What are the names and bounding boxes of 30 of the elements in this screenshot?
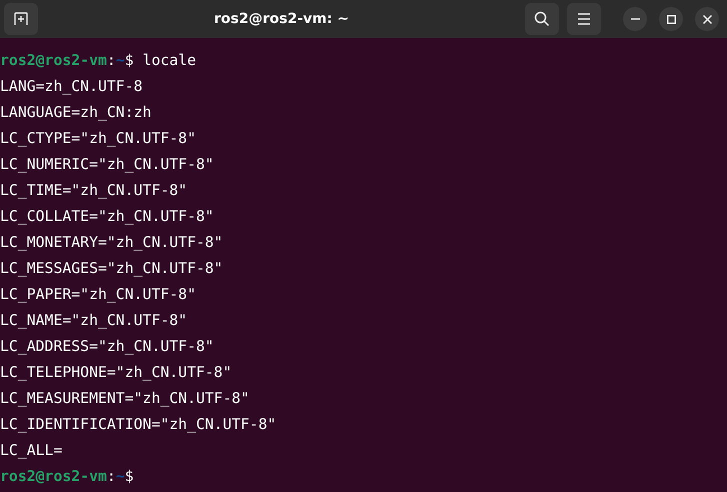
output-line: LC_NAME="zh_CN.UTF-8" [0, 311, 188, 331]
window-title: ros2@ros2-vm: ~ [213, 11, 350, 27]
output-line: LC_MEASUREMENT="zh_CN.UTF-8" [0, 389, 250, 409]
output-line: LANGUAGE=zh_CN:zh [0, 103, 152, 123]
menu-icon [577, 13, 591, 25]
minimize-button[interactable] [623, 7, 647, 31]
minimize-icon [630, 18, 640, 20]
output-line: LC_IDENTIFICATION="zh_CN.UTF-8" [0, 415, 276, 435]
maximize-button[interactable] [659, 7, 683, 31]
search-button[interactable] [525, 3, 559, 35]
output-line: LC_CTYPE="zh_CN.UTF-8" [0, 129, 196, 149]
new-tab-icon [13, 11, 29, 27]
new-tab-button[interactable] [4, 3, 38, 35]
output-line: LC_COLLATE="zh_CN.UTF-8" [0, 207, 214, 227]
output-line: LC_PAPER="zh_CN.UTF-8" [0, 285, 196, 305]
output-line: LC_ALL= [0, 441, 62, 461]
output-line: LANG=zh_CN.UTF-8 [0, 77, 143, 97]
close-icon [702, 14, 712, 24]
output-line: LC_TIME="zh_CN.UTF-8" [0, 181, 188, 201]
menu-button[interactable] [567, 3, 601, 35]
search-icon [534, 11, 550, 27]
prompt-line: ros2@ros2-vm:~$ [0, 467, 134, 487]
output-line: LC_ADDRESS="zh_CN.UTF-8" [0, 337, 214, 357]
output-line: LC_TELEPHONE="zh_CN.UTF-8" [0, 363, 232, 383]
output-line: LC_NUMERIC="zh_CN.UTF-8" [0, 155, 214, 175]
close-button[interactable] [695, 7, 719, 31]
output-line: LC_MONETARY="zh_CN.UTF-8" [0, 233, 223, 253]
maximize-icon [666, 14, 676, 24]
prompt-line: ros2@ros2-vm:~$ locale [0, 51, 196, 71]
output-line: LC_MESSAGES="zh_CN.UTF-8" [0, 259, 223, 279]
